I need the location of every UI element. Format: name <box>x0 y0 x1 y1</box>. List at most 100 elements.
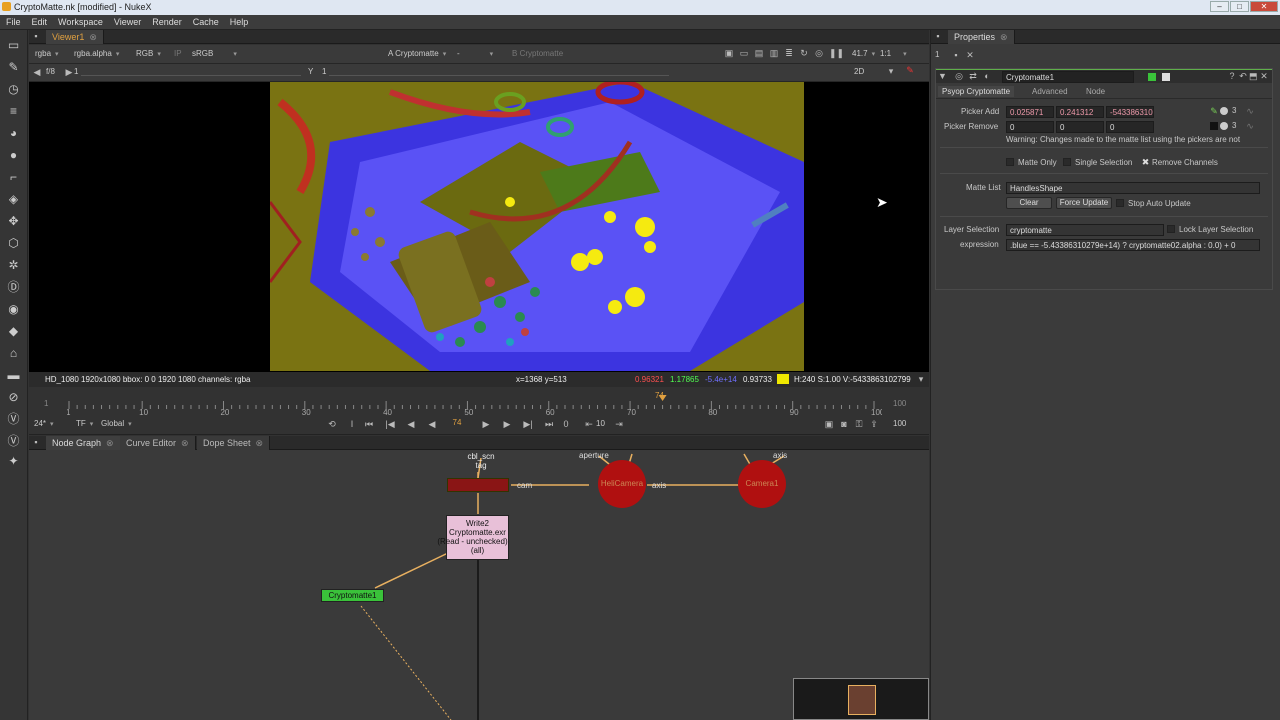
refresh-icon[interactable]: ↻ <box>799 48 809 59</box>
tab-node-graph[interactable]: Node Graph ⊗ <box>46 436 121 450</box>
channel-dropdown[interactable]: rgba.alpha ▾ <box>71 48 122 60</box>
tab-dope-sheet[interactable]: Dope Sheet ⊗ <box>197 436 271 450</box>
flipbook-icon[interactable]: ▣ <box>823 419 835 430</box>
camera1-node[interactable]: Camera1 <box>738 460 786 508</box>
node-graph-canvas[interactable]: cbl_scn tag cam aperture axis axis HeliC… <box>29 450 929 720</box>
close-icon[interactable]: ⊗ <box>106 438 114 448</box>
tab-properties[interactable]: Properties ⊗ <box>948 30 1015 44</box>
export-icon[interactable]: ⇪ <box>868 419 880 430</box>
3d-icon[interactable]: ⬡ <box>6 236 21 251</box>
picker-add-g[interactable]: 0.241312 <box>1056 106 1104 118</box>
tab-psyop-cryptomatte[interactable]: Psyop Cryptomatte <box>938 86 1015 97</box>
picker-add-count[interactable]: 3 <box>1232 106 1242 115</box>
gain-value[interactable]: 1 <box>71 66 81 78</box>
mask-icon[interactable]: ≣ <box>784 48 794 59</box>
pane-menu-icon[interactable]: ▪ <box>933 31 943 41</box>
collapse-icon[interactable]: ▼ <box>938 71 947 81</box>
remove-color-swatch[interactable] <box>1210 122 1218 130</box>
skip-forward-icon[interactable]: ⇥ <box>613 419 625 430</box>
revert-icon[interactable]: ↶ <box>1239 71 1247 82</box>
first-frame-icon[interactable]: ⏮ <box>363 419 375 430</box>
eyedropper-icon[interactable]: ✎ <box>1210 106 1218 117</box>
lock-panels-icon[interactable]: ▪ <box>951 50 961 60</box>
node-name-field[interactable]: Cryptomatte1 <box>1002 71 1134 83</box>
a-input-dropdown[interactable]: A Cryptomatte ▾ <box>385 48 449 60</box>
color-picker-icon[interactable]: ◐ <box>982 71 992 81</box>
prev-keyframe-icon[interactable]: |◀ <box>384 419 396 430</box>
loop-icon[interactable]: ⟲ <box>326 419 338 430</box>
global-dropdown[interactable]: Global ▾ <box>98 418 135 430</box>
force-update-button[interactable]: Force Update <box>1056 197 1112 209</box>
compare-op-dropdown[interactable]: - ▾ <box>454 48 504 60</box>
mode-arrow-icon[interactable]: ▾ <box>887 66 895 77</box>
close-icon[interactable]: ⊗ <box>1000 32 1008 42</box>
menu-cache[interactable]: Cache <box>187 15 224 27</box>
stop-auto-update-checkbox[interactable] <box>1116 199 1124 207</box>
clear-button[interactable]: Clear <box>1006 197 1052 209</box>
gain-slider[interactable] <box>81 70 301 76</box>
merge-icon[interactable]: ◈ <box>6 192 21 207</box>
in-point-icon[interactable]: I <box>347 419 357 429</box>
cryptomatte1-node[interactable]: Cryptomatte1 <box>321 589 384 602</box>
last-frame-icon[interactable]: ⏭ <box>543 419 555 430</box>
help-icon[interactable]: ? <box>1228 71 1236 81</box>
safe-area-icon[interactable]: ▭ <box>739 48 749 59</box>
step-forward-icon[interactable]: ▶ <box>501 419 513 430</box>
tab-advanced[interactable]: Advanced <box>1028 86 1072 97</box>
close-icon[interactable]: ⊗ <box>256 438 264 448</box>
pane-menu-icon[interactable]: ▪ <box>31 437 41 447</box>
maximize-button[interactable]: □ <box>1230 1 1249 12</box>
roi-icon[interactable]: ▣ <box>724 48 734 59</box>
wipe-icon[interactable]: ▤ <box>754 48 764 59</box>
picker-add-r[interactable]: 0.025871 <box>1006 106 1054 118</box>
input-icon[interactable]: ⇄ <box>968 71 978 82</box>
display-dropdown[interactable]: RGB ▾ <box>133 48 164 60</box>
matte-list-field[interactable]: HandlesShape <box>1006 182 1260 194</box>
deep-icon[interactable]: Ⓓ <box>6 280 21 295</box>
b-input-dropdown[interactable]: B Cryptomatte <box>509 48 566 60</box>
write2-node[interactable]: Write2 Cryptomatte.exr (Read - unchecked… <box>437 515 509 560</box>
close-icon[interactable]: ⊗ <box>181 438 189 448</box>
transform-icon[interactable]: ✥ <box>6 214 21 229</box>
pane-menu-icon[interactable]: ▪ <box>31 31 41 41</box>
ip-toggle[interactable]: IP <box>171 48 185 60</box>
single-selection-checkbox[interactable] <box>1063 158 1071 166</box>
frame-field[interactable]: 74 <box>443 418 471 430</box>
channel-icon[interactable]: ≡ <box>6 104 21 119</box>
gamma-value[interactable]: 1 <box>319 66 329 78</box>
time-icon[interactable]: ◷ <box>6 82 21 97</box>
picker-add-b[interactable]: -543386310 <box>1106 106 1154 118</box>
cache-icon[interactable]: ◙ <box>838 419 850 429</box>
tab-node[interactable]: Node <box>1082 86 1109 97</box>
lock-icon[interactable]: ◎ <box>814 48 824 59</box>
color-icon[interactable]: ◕ <box>6 126 21 141</box>
filter-icon[interactable]: ● <box>6 148 21 163</box>
gamma-slider[interactable] <box>329 70 669 76</box>
step-field[interactable]: 10 <box>596 419 610 428</box>
clear-panels-icon[interactable]: ✕ <box>965 50 975 61</box>
view-mode-dropdown[interactable]: 2D <box>851 66 867 78</box>
draw-icon[interactable]: ✎ <box>6 60 21 75</box>
zoom-dropdown[interactable]: 41.7 ▾ <box>849 48 878 60</box>
tf-dropdown[interactable]: TF ▾ <box>73 418 96 430</box>
max-panels-field[interactable]: 1 <box>935 50 945 62</box>
play-backward-icon[interactable]: ◀ <box>426 419 438 430</box>
close-window-button[interactable]: ✕ <box>1250 1 1278 12</box>
toolsets-icon[interactable]: ⌂ <box>6 346 21 361</box>
curve-icon[interactable]: ∿ <box>1245 106 1255 117</box>
remove-picker-swatch[interactable] <box>1220 122 1228 130</box>
tab-viewer1[interactable]: Viewer1 ⊗ <box>46 30 104 44</box>
picker-remove-count[interactable]: 3 <box>1232 121 1242 130</box>
image-icon[interactable]: ▭ <box>6 38 21 53</box>
layer-selection-field[interactable]: cryptomatte <box>1006 224 1164 236</box>
menu-help[interactable]: Help <box>224 15 254 27</box>
picker-remove-b[interactable]: 0 <box>1106 121 1154 133</box>
play-forward-icon[interactable]: ▶ <box>480 419 492 430</box>
status-menu-icon[interactable]: ▾ <box>917 374 925 385</box>
picker-color-swatch[interactable] <box>1220 107 1228 115</box>
next-keyframe-icon[interactable]: ▶| <box>522 419 534 430</box>
menu-edit[interactable]: Edit <box>26 15 53 27</box>
input-process-icon[interactable]: ✎ <box>905 65 915 76</box>
float-icon[interactable]: ⬒ <box>1249 71 1258 82</box>
picker-remove-r[interactable]: 0 <box>1006 121 1054 133</box>
